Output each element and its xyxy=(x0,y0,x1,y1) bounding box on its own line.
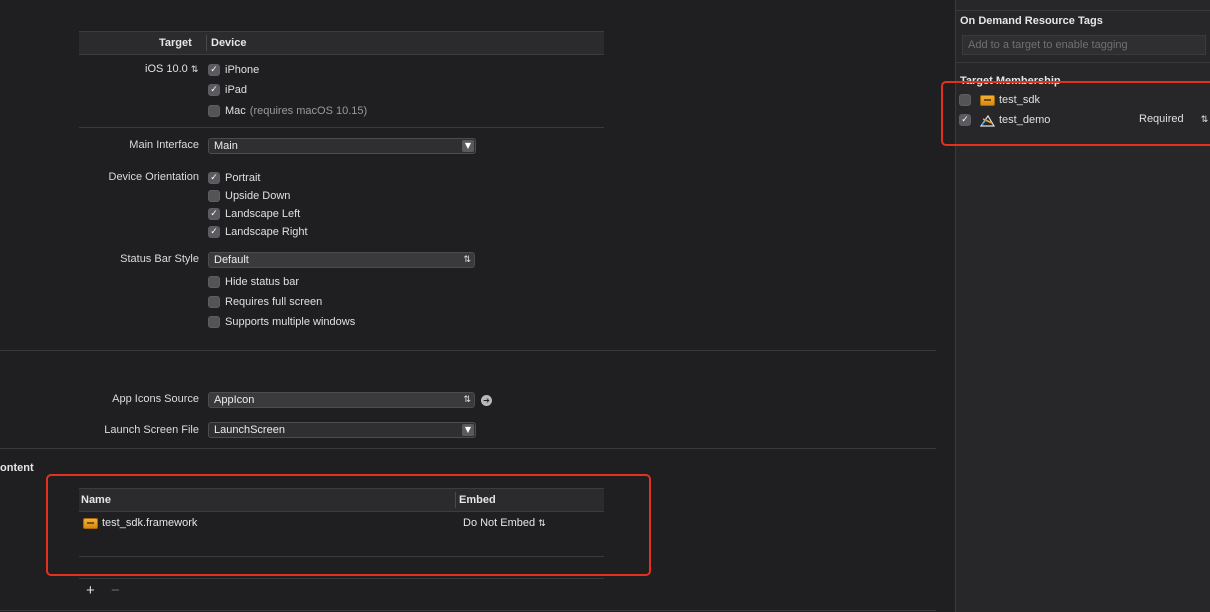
orientation-checkbox-portrait[interactable]: ✓ Portrait xyxy=(208,170,260,186)
app-icons-source-popup[interactable]: AppIcon ⇅ xyxy=(208,392,475,408)
app-icons-source-label: App Icons Source xyxy=(112,393,199,405)
orientation-label: Landscape Left xyxy=(225,208,301,220)
chevron-down-icon[interactable]: ▼ xyxy=(462,424,474,436)
tags-input[interactable]: Add to a target to enable tagging xyxy=(962,35,1206,55)
orientation-checkbox-upside-down[interactable]: Upside Down xyxy=(208,188,290,204)
ios-version-stepper[interactable]: iOS 10.0 ⇅ xyxy=(145,63,200,77)
hide-status-bar-checkbox[interactable]: Hide status bar xyxy=(208,274,299,290)
orientation-checkbox-landscape-right[interactable]: ✓ Landscape Right xyxy=(208,224,308,240)
file-inspector: On Demand Resource Tags Add to a target … xyxy=(941,0,1210,612)
go-to-asset-icon[interactable]: ➔ xyxy=(481,395,492,406)
launch-screen-file-combobox[interactable]: LaunchScreen ▼ xyxy=(208,422,476,438)
device-label: iPad xyxy=(225,84,248,96)
deployment-table-header: Target Device xyxy=(79,31,604,55)
embedded-content-section-title: ontent xyxy=(0,462,34,474)
checkbox-icon: ✓ xyxy=(208,226,220,238)
highlight-frameworks-box xyxy=(46,474,651,576)
supports-multiple-windows-checkbox[interactable]: Supports multiple windows xyxy=(208,314,355,330)
updown-icon: ⇅ xyxy=(190,65,199,75)
target-column-header: Target xyxy=(159,37,192,49)
section-divider xyxy=(0,350,936,351)
chevron-down-icon[interactable]: ▼ xyxy=(462,140,474,152)
on-demand-resource-tags-title: On Demand Resource Tags xyxy=(960,15,1103,27)
add-framework-button[interactable]: + xyxy=(86,582,95,599)
column-separator xyxy=(206,35,207,51)
status-bar-style-label: Status Bar Style xyxy=(120,253,199,265)
requires-full-screen-checkbox[interactable]: Requires full screen xyxy=(208,294,322,310)
device-checkbox-ipad[interactable]: ✓ iPad xyxy=(208,82,247,98)
divider xyxy=(79,127,604,128)
divider xyxy=(0,610,936,611)
launch-screen-file-label: Launch Screen File xyxy=(104,424,199,436)
device-label: Mac xyxy=(225,105,246,117)
orientation-label: Landscape Right xyxy=(225,226,308,238)
device-orientation-label: Device Orientation xyxy=(108,171,200,183)
status-bar-style-value: Default xyxy=(214,254,249,266)
orientation-checkbox-landscape-left[interactable]: ✓ Landscape Left xyxy=(208,206,300,222)
option-label: Requires full screen xyxy=(225,296,323,308)
highlight-target-membership-box xyxy=(941,81,1210,146)
checkbox-icon xyxy=(208,190,220,202)
remove-framework-button[interactable]: − xyxy=(111,582,120,599)
checkbox-icon xyxy=(208,296,220,308)
ios-version-value: iOS 10.0 xyxy=(145,63,188,75)
main-interface-combobox[interactable]: Main ▼ xyxy=(208,138,476,154)
updown-icon: ⇅ xyxy=(463,395,471,405)
orientation-label: Portrait xyxy=(225,172,261,184)
option-label: Hide status bar xyxy=(225,276,299,288)
status-bar-style-popup[interactable]: Default ⇅ xyxy=(208,252,475,268)
app-icons-source-value: AppIcon xyxy=(214,394,255,406)
device-checkbox-iphone[interactable]: ✓ iPhone xyxy=(208,62,259,78)
main-interface-label: Main Interface xyxy=(129,139,199,151)
checkbox-icon: ✓ xyxy=(208,172,220,184)
section-divider xyxy=(0,448,936,449)
option-label: Supports multiple windows xyxy=(225,316,356,328)
divider xyxy=(956,62,1210,63)
updown-icon: ⇅ xyxy=(463,255,471,265)
checkbox-icon: ✓ xyxy=(208,64,220,76)
general-settings-pane: Target Device iOS 10.0 ⇅ ✓ iPhone ✓ iPad… xyxy=(0,0,955,612)
checkbox-icon: ✓ xyxy=(208,84,220,96)
checkbox-icon xyxy=(208,276,220,288)
orientation-label: Upside Down xyxy=(225,190,291,202)
divider xyxy=(79,578,604,579)
launch-screen-file-value: LaunchScreen xyxy=(214,424,285,436)
checkbox-icon: ✓ xyxy=(208,208,220,220)
divider xyxy=(956,10,1210,11)
checkbox-icon xyxy=(208,105,220,117)
device-column-header: Device xyxy=(211,37,247,49)
checkbox-icon xyxy=(208,316,220,328)
device-checkbox-mac[interactable]: Mac (requires macOS 10.15) xyxy=(208,103,367,119)
main-interface-value: Main xyxy=(214,140,238,152)
device-label: iPhone xyxy=(225,64,260,76)
device-note: (requires macOS 10.15) xyxy=(249,105,368,117)
